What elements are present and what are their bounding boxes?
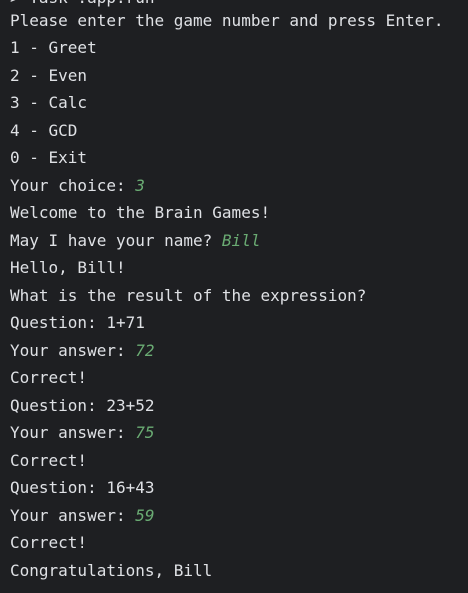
result-line: Correct! [10, 533, 88, 552]
answer-line: Your answer: 59 [10, 506, 155, 526]
console-line: Welcome to the Brain Games! [10, 203, 271, 222]
question-line: Question: 16+43 [10, 478, 155, 497]
console-line: > Task :app:run [10, 0, 155, 8]
question-line: Question: 23+52 [10, 396, 155, 415]
menu-item: 1 - Greet [10, 38, 97, 57]
result-line: Correct! [10, 368, 88, 387]
choice-line: Your choice: 3 [10, 176, 145, 196]
answer-label: Your answer: [10, 506, 136, 525]
name-prompt: May I have your name? [10, 231, 222, 250]
menu-item: 2 - Even [10, 66, 88, 85]
user-input: 59 [135, 506, 155, 525]
answer-line: Your answer: 72 [10, 341, 155, 361]
user-input: Bill [221, 231, 261, 250]
console-line: Please enter the game number and press E… [10, 11, 444, 30]
menu-item: 3 - Calc [10, 93, 88, 112]
result-line: Correct! [10, 451, 88, 470]
menu-item: 0 - Exit [10, 148, 88, 167]
name-line: May I have your name? Bill [10, 231, 260, 251]
choice-label: Your choice: [10, 176, 136, 195]
menu-item: 4 - GCD [10, 121, 78, 140]
console-line: Hello, Bill! [10, 258, 126, 277]
question-line: Question: 1+71 [10, 313, 145, 332]
user-input: 72 [135, 341, 155, 360]
console-line: Congratulations, Bill [10, 561, 213, 580]
user-input: 3 [135, 176, 145, 195]
answer-label: Your answer: [10, 423, 136, 442]
answer-label: Your answer: [10, 341, 136, 360]
console-output[interactable]: > Task :app:run Please enter the game nu… [0, 0, 468, 593]
console-line: What is the result of the expression? [10, 286, 367, 305]
user-input: 75 [135, 423, 155, 442]
answer-line: Your answer: 75 [10, 423, 155, 443]
